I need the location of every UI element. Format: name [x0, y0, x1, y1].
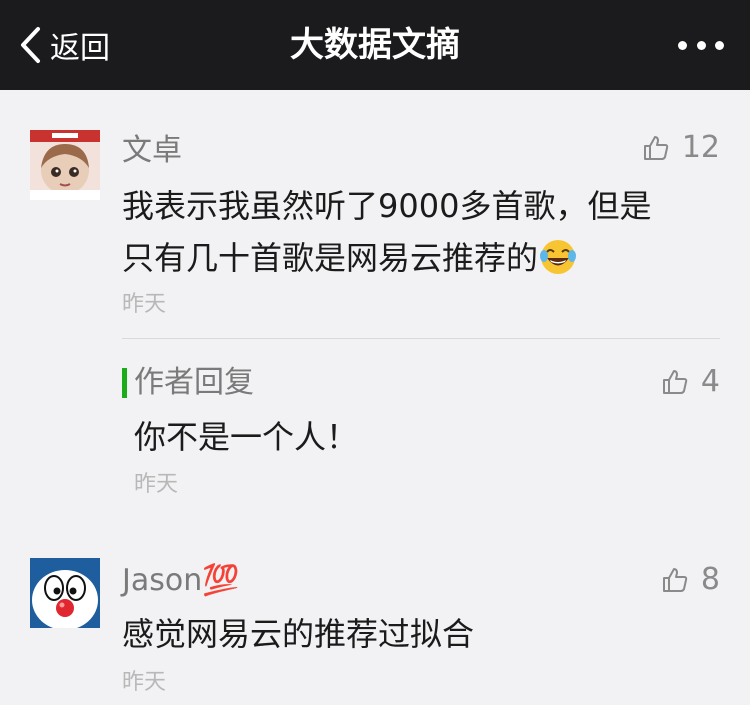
page-title: 大数据文摘 — [290, 25, 460, 65]
comment-time: 昨天 — [122, 292, 167, 317]
comment-text-fragment: 只有几十首歌是网易云推荐的 — [122, 239, 539, 277]
reply-like-count: 4 — [700, 364, 720, 399]
reply-text: 你不是一个人！ — [134, 418, 359, 456]
avatar-image — [30, 130, 100, 200]
reply-accent-bar — [122, 368, 127, 398]
comment-text-line: 只有几十首歌是网易云推荐的 — [122, 232, 712, 284]
comment-text: 我表示我虽然听了9000多首歌，但是 只有几十首歌是网易云推荐的 — [122, 180, 712, 284]
like-count: 8 — [700, 562, 720, 597]
more-dot-icon — [696, 40, 706, 50]
thumbs-up-icon — [662, 369, 688, 394]
author-reply-label: 作者回复 — [134, 365, 254, 400]
avatar[interactable] — [30, 558, 100, 628]
top-navigation-bar: 返回 大数据文摘 — [0, 0, 750, 90]
divider — [122, 338, 720, 339]
avatar-image — [30, 558, 100, 628]
thumbs-up-icon — [643, 135, 669, 160]
like-button[interactable]: 8 — [661, 562, 720, 597]
more-dot-icon — [715, 40, 724, 50]
like-button[interactable]: 12 — [642, 130, 720, 165]
reply-time: 昨天 — [134, 472, 179, 497]
avatar[interactable] — [30, 130, 100, 200]
comment-text-line: 我表示我虽然听了9000多首歌，但是 — [122, 187, 652, 225]
comment-text: 感觉网易云的推荐过拟合 — [122, 615, 475, 653]
more-options-button[interactable] — [678, 34, 724, 56]
comment-author: Jason💯 — [122, 563, 240, 598]
comment-author: 文卓 — [122, 133, 182, 168]
like-count: 12 — [681, 130, 720, 165]
more-dot-icon — [678, 40, 687, 50]
thumbs-up-icon — [662, 567, 688, 592]
reply-like-button[interactable]: 4 — [661, 364, 720, 399]
laughing-tears-emoji-icon — [540, 240, 577, 274]
comment-time: 昨天 — [122, 670, 167, 695]
